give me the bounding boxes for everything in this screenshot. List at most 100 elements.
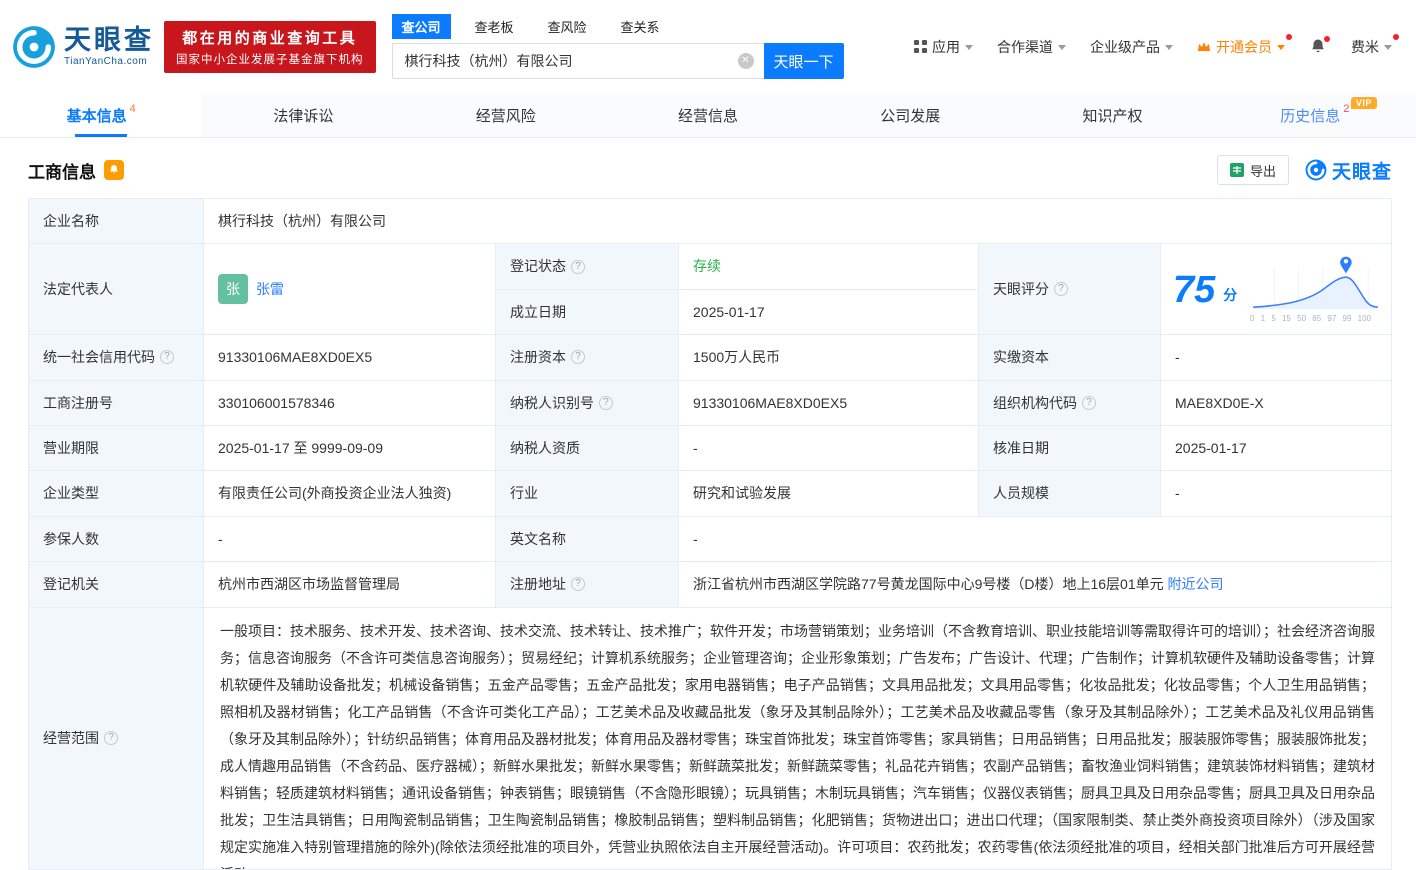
field-label-staff-size: 人员规模	[979, 471, 1161, 517]
field-value-staff-size: -	[1161, 471, 1392, 517]
clear-search-icon[interactable]	[737, 53, 754, 69]
nav-apps[interactable]: 应用	[914, 37, 973, 57]
search-input[interactable]	[391, 43, 764, 79]
help-icon[interactable]	[571, 577, 585, 592]
tab-history-info[interactable]: 历史信息 2 VIP	[1214, 93, 1416, 137]
score-unit: 分	[1223, 287, 1238, 304]
search-area: 查公司 查老板 查风险 查关系 天眼一下	[391, 14, 844, 79]
field-value-company-name: 棋行科技（杭州）有限公司	[204, 199, 1392, 245]
nav-open-vip-label: 开通会员	[1216, 38, 1272, 55]
site-logo[interactable]: 天眼查 TianYanCha.com	[12, 25, 154, 69]
legal-rep-link[interactable]: 张雷	[256, 278, 284, 300]
field-value-taxpayer-id: 91330106MAE8XD0EX5	[679, 380, 979, 426]
section-header: 工商信息 导出 天眼查	[28, 154, 1392, 186]
search-tab-boss[interactable]: 查老板	[465, 14, 524, 39]
tab-basic-info-count: 4	[129, 103, 136, 115]
nav-open-vip[interactable]: 开通会员	[1197, 33, 1292, 57]
score-pin-icon	[1340, 256, 1352, 274]
nav-user-label: 费米	[1351, 38, 1379, 55]
field-label-org-code: 组织机构代码	[979, 380, 1161, 426]
tab-legal-proceedings[interactable]: 法律诉讼	[202, 93, 404, 137]
logo-domain: TianYanCha.com	[64, 55, 148, 67]
help-icon[interactable]	[599, 395, 613, 410]
score-value: 75	[1173, 269, 1216, 312]
tab-intellectual-property-label: 知识产权	[1082, 107, 1143, 125]
nav-notifications[interactable]	[1309, 35, 1330, 56]
tab-operation-info[interactable]: 经营信息	[607, 93, 809, 137]
search-tab-company[interactable]: 查公司	[391, 14, 451, 39]
site-header: 天眼查 TianYanCha.com 都在用的商业查询工具 国家中小企业发展子基…	[0, 0, 1416, 93]
field-label-industry: 行业	[496, 471, 679, 517]
tab-basic-info[interactable]: 基本信息 4	[0, 93, 203, 137]
field-value-score: 75 分 0 1 5 15 50 85 97 99 100	[1161, 244, 1392, 336]
field-label-score: 天眼评分	[979, 244, 1161, 336]
tab-basic-info-label: 基本信息	[66, 107, 127, 125]
announcement-bell-icon[interactable]	[104, 160, 124, 180]
field-value-org-code: MAE8XD0E-X	[1161, 380, 1392, 426]
tab-operation-risk-label: 经营风险	[475, 107, 536, 125]
tianyancha-logo-icon	[1305, 159, 1327, 181]
field-value-insured-count: -	[204, 516, 496, 563]
field-label-business-term: 营业期限	[29, 425, 204, 472]
nav-partner-label: 合作渠道	[997, 38, 1053, 55]
field-label-business-scope: 经营范围	[29, 607, 204, 870]
field-value-business-scope: 一般项目：技术服务、技术开发、技术咨询、技术交流、技术转让、技术推广；软件开发；…	[204, 607, 1392, 870]
top-nav: 应用 合作渠道 企业级产品 开通会员 费米	[914, 33, 1399, 57]
field-label-reg-number: 工商注册号	[29, 380, 204, 426]
help-icon[interactable]	[1054, 282, 1068, 297]
apps-grid-icon	[914, 40, 927, 53]
field-value-industry: 研究和试验发展	[679, 471, 979, 517]
nav-enterprise-label: 企业级产品	[1090, 38, 1160, 55]
legal-rep-avatar[interactable]: 张	[218, 274, 248, 305]
company-tabbar: 基本信息 4 法律诉讼 经营风险 经营信息 公司发展 知识产权 历史信息 2 V…	[0, 93, 1416, 138]
tab-operation-info-label: 经营信息	[677, 107, 738, 125]
search-tabs: 查公司 查老板 查风险 查关系	[391, 14, 844, 39]
export-button-label: 导出	[1249, 163, 1276, 179]
field-value-credit-code: 91330106MAE8XD0EX5	[204, 335, 496, 381]
field-value-english-name: -	[679, 516, 1392, 563]
field-value-taxpayer-quality: -	[679, 425, 979, 472]
field-label-insured-count: 参保人数	[29, 516, 204, 563]
tab-operation-risk[interactable]: 经营风险	[405, 93, 607, 137]
nav-user[interactable]: 费米	[1351, 33, 1399, 57]
logo-title: 天眼查	[64, 25, 154, 56]
excel-export-icon	[1229, 163, 1244, 177]
field-label-credit-code: 统一社会信用代码	[29, 335, 204, 381]
export-button[interactable]: 导出	[1216, 155, 1289, 185]
field-value-legal-rep: 张 张雷	[204, 244, 496, 336]
help-icon[interactable]	[571, 259, 585, 274]
chevron-down-icon	[1384, 45, 1392, 50]
field-label-establish-date: 成立日期	[496, 289, 679, 336]
field-value-reg-capital: 1500万人民币	[679, 335, 979, 381]
help-icon[interactable]	[104, 731, 118, 746]
field-value-paid-capital: -	[1161, 335, 1392, 381]
chevron-down-icon	[1165, 45, 1173, 50]
field-value-reg-authority: 杭州市西湖区市场监督管理局	[204, 562, 496, 608]
section-watermark-text: 天眼查	[1331, 161, 1392, 183]
help-icon[interactable]	[571, 350, 585, 365]
field-label-approval-date: 核准日期	[979, 425, 1161, 472]
brand-slogan-badge: 都在用的商业查询工具 国家中小企业发展子基金旗下机构	[164, 20, 376, 73]
field-value-establish-date: 2025-01-17	[679, 289, 979, 336]
help-icon[interactable]	[1082, 395, 1096, 410]
help-icon[interactable]	[160, 350, 174, 365]
field-label-reg-capital: 注册资本	[496, 335, 679, 381]
tab-legal-proceedings-label: 法律诉讼	[273, 107, 334, 125]
field-label-english-name: 英文名称	[496, 516, 679, 563]
search-button[interactable]: 天眼一下	[763, 43, 844, 79]
nearby-companies-link[interactable]: 附近公司	[1168, 573, 1224, 595]
search-tab-relation[interactable]: 查关系	[611, 14, 670, 39]
status-badge: 存续	[693, 258, 721, 275]
field-value-approval-date: 2025-01-17	[1161, 425, 1392, 472]
field-value-company-type: 有限责任公司(外商投资企业法人独资)	[204, 471, 496, 517]
tab-intellectual-property[interactable]: 知识产权	[1011, 93, 1213, 137]
field-label-reg-address: 注册地址	[496, 562, 679, 608]
nav-partner[interactable]: 合作渠道	[997, 37, 1066, 57]
field-label-reg-status: 登记状态	[496, 244, 679, 290]
search-tab-risk[interactable]: 查风险	[538, 14, 597, 39]
nav-enterprise[interactable]: 企业级产品	[1090, 37, 1173, 57]
field-value-business-term: 2025-01-17 至 9999-09-09	[204, 425, 496, 472]
field-label-paid-capital: 实缴资本	[979, 335, 1161, 381]
tab-company-development[interactable]: 公司发展	[809, 93, 1011, 137]
field-value-reg-address: 浙江省杭州市西湖区学院路77号黄龙国际中心9号楼（D楼）地上16层01单元 附近…	[679, 562, 1392, 608]
